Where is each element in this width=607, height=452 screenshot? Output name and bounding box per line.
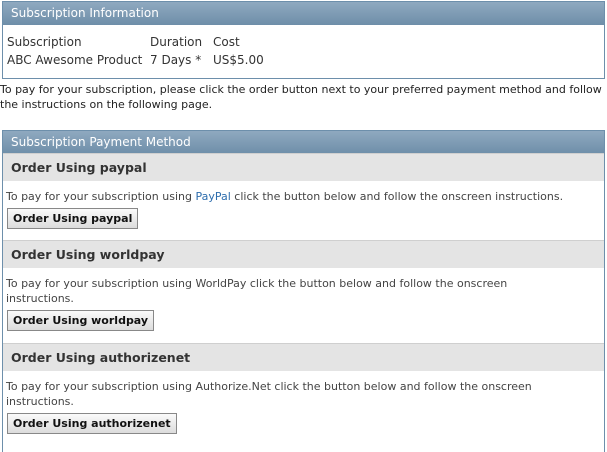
subscription-cost: US$5.00 <box>213 53 264 67</box>
desc-line: instructions. <box>6 292 74 305</box>
desc-text: To pay for your subscription using <box>6 190 196 203</box>
desc-text: click the button below and follow the on… <box>230 190 564 203</box>
method-description-worldpay: To pay for your subscription using World… <box>3 268 604 306</box>
method-heading-authorizenet: Order Using authorizenet <box>3 343 604 371</box>
method-description-authorizenet: To pay for your subscription using Autho… <box>3 371 604 409</box>
paypal-link[interactable]: PayPal <box>195 190 230 203</box>
column-header-cost: Cost <box>213 35 240 49</box>
payment-method-title: Subscription Payment Method <box>3 130 604 154</box>
order-authorizenet-button[interactable]: Order Using authorizenet <box>7 413 177 434</box>
method-heading-worldpay: Order Using worldpay <box>3 240 604 268</box>
desc-line: To pay for your subscription using Autho… <box>6 380 532 393</box>
desc-line: instructions. <box>6 395 74 408</box>
order-paypal-button[interactable]: Order Using paypal <box>7 208 139 229</box>
desc-line: To pay for your subscription using World… <box>6 277 508 290</box>
subscription-info-title: Subscription Information <box>3 1 604 25</box>
method-authorizenet: Order Using authorizenet To pay for your… <box>3 343 604 434</box>
subscription-name: ABC Awesome Product <box>7 53 143 67</box>
order-worldpay-button[interactable]: Order Using worldpay <box>7 310 155 331</box>
column-header-duration: Duration <box>150 35 203 49</box>
subscription-duration: 7 Days * <box>150 53 202 67</box>
method-description-paypal: To pay for your subscription using PayPa… <box>3 181 604 204</box>
column-header-subscription: Subscription <box>7 35 82 49</box>
method-worldpay: Order Using worldpay To pay for your sub… <box>3 240 604 331</box>
subscription-info-panel: Subscription Information Subscription Du… <box>2 1 605 79</box>
intro-text: To pay for your subscription, please cli… <box>0 83 602 111</box>
payment-method-panel: Subscription Payment Method Order Using … <box>2 130 605 452</box>
method-paypal: Order Using paypal To pay for your subsc… <box>3 153 604 229</box>
method-heading-paypal: Order Using paypal <box>3 153 604 181</box>
